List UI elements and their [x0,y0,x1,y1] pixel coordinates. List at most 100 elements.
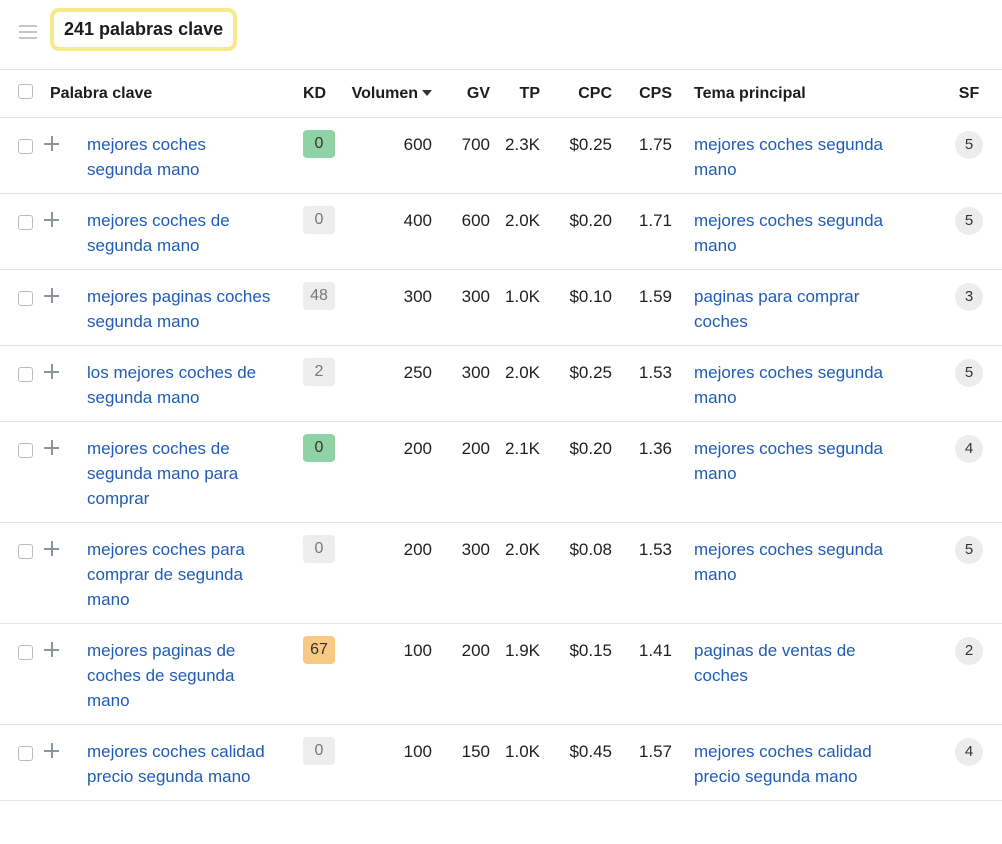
parent-topic-link[interactable]: mejores coches segunda mano [694,135,883,179]
volume-value: 250 [403,363,432,382]
parent-topic-cell: mejores coches segunda mano [694,118,924,194]
keyword-cell: mejores paginas de coches de segunda man… [76,624,290,725]
volume-value: 100 [403,641,432,660]
serp-features-count[interactable]: 5 [955,359,983,387]
header-cps[interactable]: CPS [612,70,672,118]
row-select-cell [0,523,44,624]
kd-cell: 0 [290,194,350,270]
serp-features-count[interactable]: 5 [955,131,983,159]
cpc-value: $0.25 [569,135,612,154]
parent-topic-link[interactable]: mejores coches segunda mano [694,540,883,584]
row-checkbox[interactable] [17,215,33,230]
keyword-cell: mejores paginas coches segunda mano [76,270,290,346]
keyword-link[interactable]: mejores coches segunda mano [87,135,206,179]
parent-topic-link[interactable]: mejores coches segunda mano [694,439,883,483]
header-cpc[interactable]: CPC [540,70,612,118]
serp-features-count[interactable]: 4 [955,738,983,766]
header-sf[interactable]: SF [924,70,1002,118]
serp-features-count[interactable]: 5 [955,536,983,564]
cpc-value: $0.08 [569,540,612,559]
table-row: mejores paginas coches segunda mano 48 300… [0,270,1002,346]
header-kd[interactable]: KD [290,70,350,118]
cps-value: 1.41 [638,641,672,660]
header-volume-label: Volumen [351,84,418,102]
hamburger-menu-icon[interactable] [19,25,37,39]
add-to-list-icon[interactable] [44,212,59,227]
keyword-link[interactable]: mejores paginas coches segunda mano [87,287,270,331]
row-add-cell [44,270,76,346]
keyword-cell: mejores coches segunda mano [76,118,290,194]
sf-cell: 4 [924,422,1002,523]
row-checkbox[interactable] [17,367,33,382]
parent-topic-link[interactable]: paginas para comprar coches [694,287,859,331]
parent-topic-cell: mejores coches segunda mano [694,194,924,270]
keyword-link[interactable]: mejores paginas de coches de segunda man… [87,641,235,710]
tp-value: 2.0K [505,363,540,382]
sf-cell: 4 [924,725,1002,801]
header-keyword[interactable]: Palabra clave [50,70,264,118]
gv-value: 200 [461,641,490,660]
parent-topic-link[interactable]: mejores coches segunda mano [694,211,883,255]
row-checkbox[interactable] [17,443,33,458]
sf-cell: 5 [924,523,1002,624]
add-to-list-icon[interactable] [44,136,59,151]
row-checkbox[interactable] [17,746,33,761]
parent-topic-link[interactable]: mejores coches segunda mano [694,363,883,407]
kd-cell: 0 [290,422,350,523]
kd-badge: 0 [303,130,335,158]
keywords-table: Palabra clave KD Volumen GV TP CPC CPS T… [0,69,1002,801]
row-checkbox[interactable] [17,291,33,306]
serp-features-count[interactable]: 3 [955,283,983,311]
parent-topic-cell: mejores coches segunda mano [694,346,924,422]
keyword-link[interactable]: mejores coches para comprar de segunda m… [87,540,245,609]
kd-cell: 67 [290,624,350,725]
table-row: mejores coches calidad precio segunda ma… [0,725,1002,801]
cpc-value: $0.20 [569,439,612,458]
tp-value: 2.0K [505,211,540,230]
row-checkbox[interactable] [17,139,33,154]
kd-badge: 0 [303,206,335,234]
row-add-cell [44,422,76,523]
tp-value: 1.0K [505,287,540,306]
parent-topic-cell: mejores coches segunda mano [694,422,924,523]
header-gv[interactable]: GV [432,70,490,118]
table-row: los mejores coches de segunda mano 2 250 30… [0,346,1002,422]
cpc-value: $0.20 [569,211,612,230]
add-to-list-icon[interactable] [44,364,59,379]
table-row: mejores coches de segunda mano para comp… [0,422,1002,523]
header-volume[interactable]: Volumen [350,70,432,118]
cpc-value: $0.45 [569,742,612,761]
keyword-cell: mejores coches de segunda mano [76,194,290,270]
serp-features-count[interactable]: 5 [955,207,983,235]
add-to-list-icon[interactable] [44,743,59,758]
keyword-cell: mejores coches de segunda mano para comp… [76,422,290,523]
row-select-cell [0,422,44,523]
table-row: mejores coches de segunda mano 0 400 600 2.0… [0,194,1002,270]
sf-cell: 5 [924,194,1002,270]
keyword-link[interactable]: los mejores coches de segunda mano [87,363,256,407]
header-parent-topic[interactable]: Tema principal [694,70,924,118]
select-all-checkbox[interactable] [17,83,33,99]
serp-features-count[interactable]: 2 [955,637,983,665]
add-to-list-icon[interactable] [44,541,59,556]
keyword-link[interactable]: mejores coches de segunda mano para comp… [87,439,238,508]
row-checkbox[interactable] [17,544,33,559]
add-to-list-icon[interactable] [44,642,59,657]
parent-topic-link[interactable]: mejores coches calidad precio segunda ma… [694,742,872,786]
kd-badge: 0 [303,535,335,563]
header-tp[interactable]: TP [490,70,540,118]
parent-topic-link[interactable]: paginas de ventas de coches [694,641,856,685]
keyword-link[interactable]: mejores coches de segunda mano [87,211,230,255]
volume-value: 200 [403,439,432,458]
volume-value: 400 [403,211,432,230]
table-header-row: Palabra clave KD Volumen GV TP CPC CPS T… [0,69,1002,118]
serp-features-count[interactable]: 4 [955,435,983,463]
kd-cell: 0 [290,523,350,624]
volume-value: 600 [403,135,432,154]
kd-badge: 0 [303,737,335,765]
keyword-link[interactable]: mejores coches calidad precio segunda ma… [87,742,265,786]
add-to-list-icon[interactable] [44,440,59,455]
row-checkbox[interactable] [17,645,33,660]
row-add-cell [44,523,76,624]
add-to-list-icon[interactable] [44,288,59,303]
